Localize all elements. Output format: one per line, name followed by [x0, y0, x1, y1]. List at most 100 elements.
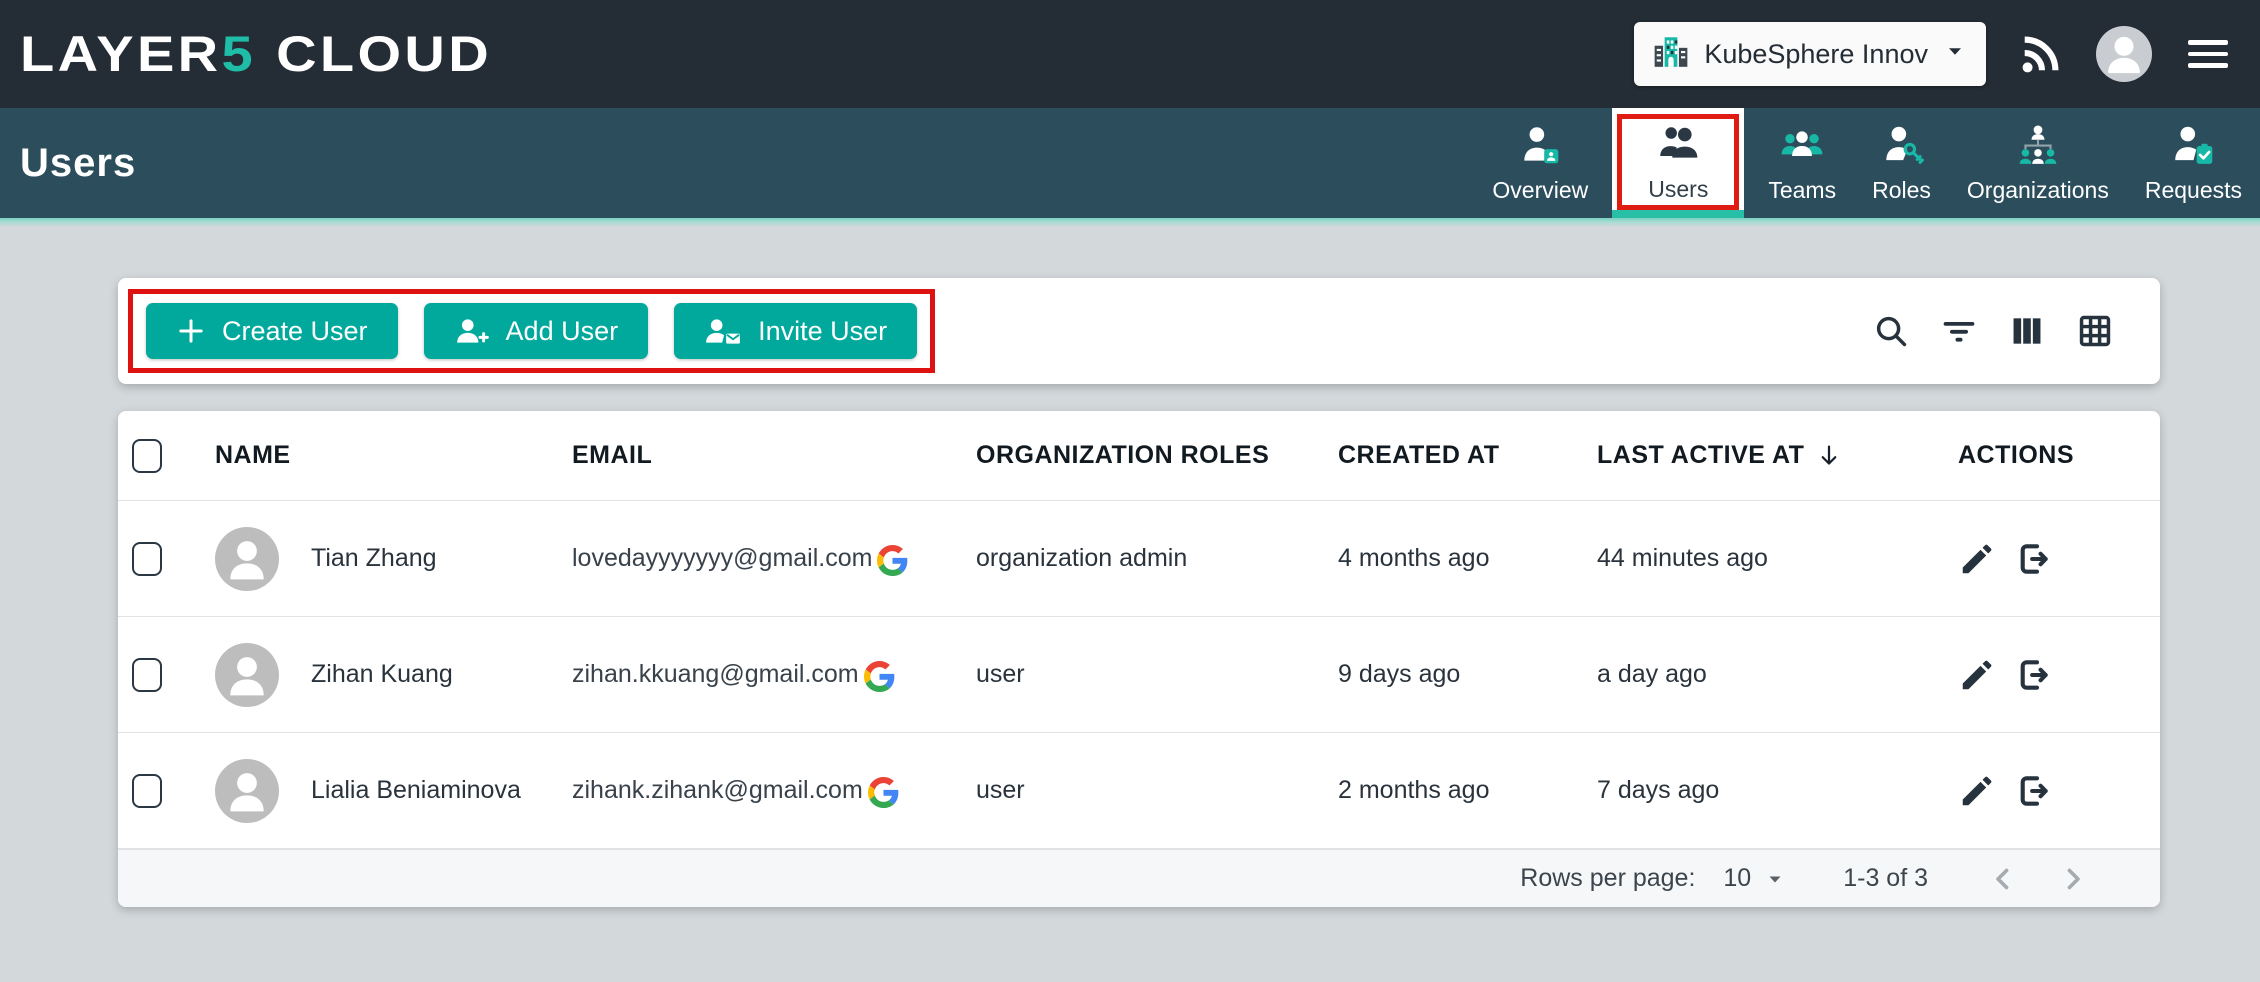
- sort-desc-arrow-icon: [1814, 441, 1844, 471]
- column-header-label: LAST ACTIVE AT: [1597, 441, 1804, 470]
- row-avatar: [215, 643, 279, 707]
- tab-users[interactable]: Users: [1612, 108, 1744, 218]
- column-header-created-at[interactable]: CREATED AT: [1338, 441, 1597, 470]
- plus-icon: [176, 316, 206, 346]
- next-page-button[interactable]: [2056, 862, 2090, 896]
- person-icon: [215, 643, 279, 707]
- feed-icon[interactable]: [2018, 31, 2064, 77]
- filter-button[interactable]: [1940, 312, 1978, 350]
- row-checkbox[interactable]: [132, 542, 162, 576]
- search-icon: [1872, 312, 1910, 350]
- pencil-icon: [1958, 772, 1996, 810]
- invite-user-label: Invite User: [758, 316, 887, 347]
- add-user-label: Add User: [506, 316, 619, 347]
- user-name: Tian Zhang: [311, 544, 437, 573]
- main-content: Create User Add User Invite User: [0, 227, 2260, 907]
- user-created-at: 2 months ago: [1338, 776, 1597, 805]
- user-email: zihan.kkuang@gmail.com: [572, 660, 859, 689]
- row-checkbox[interactable]: [132, 658, 162, 692]
- grid-view-button[interactable]: [2076, 312, 2114, 350]
- section-tabs: Overview Users Teams: [1474, 108, 2260, 218]
- pencil-icon: [1958, 540, 1996, 578]
- edit-user-button[interactable]: [1958, 656, 1996, 694]
- app-logo[interactable]: LAYER5 CLOUD: [20, 25, 492, 83]
- edit-user-button[interactable]: [1958, 772, 1996, 810]
- user-name: Zihan Kuang: [311, 660, 453, 689]
- app-header: LAYER5 CLOUD KubeSphere Innov: [0, 0, 2260, 108]
- remove-user-button[interactable]: [2014, 656, 2052, 694]
- column-header-name[interactable]: NAME: [215, 441, 572, 470]
- user-email: lovedayyyyyyy@gmail.com: [572, 544, 872, 573]
- org-switcher-dropdown[interactable]: KubeSphere Innov: [1634, 22, 1986, 86]
- chevron-left-icon: [1986, 862, 2020, 896]
- annotation-highlight-user-buttons: Create User Add User Invite User: [128, 289, 935, 373]
- remove-user-button[interactable]: [2014, 540, 2052, 578]
- column-header-last-active-at[interactable]: LAST ACTIVE AT: [1597, 441, 1958, 471]
- google-icon: [877, 545, 908, 576]
- rows-per-page-select[interactable]: 10: [1723, 864, 1787, 893]
- logo-text-cloud: CLOUD: [276, 26, 492, 82]
- chevron-right-icon: [2056, 862, 2090, 896]
- user-created-at: 9 days ago: [1338, 660, 1597, 689]
- google-icon: [864, 661, 895, 692]
- user-name: Lialia Beniaminova: [311, 776, 521, 805]
- table-row: Lialia Beniaminova zihank.zihank@gmail.c…: [118, 733, 2160, 849]
- user-created-at: 4 months ago: [1338, 544, 1597, 573]
- columns-icon: [2008, 312, 2046, 350]
- chevron-down-icon: [1942, 38, 1968, 71]
- tab-roles[interactable]: Roles: [1854, 108, 1949, 218]
- create-user-button[interactable]: Create User: [146, 303, 398, 359]
- tab-label: Requests: [2145, 177, 2242, 204]
- user-avatar[interactable]: [2096, 26, 2152, 82]
- remove-user-button[interactable]: [2014, 772, 2052, 810]
- previous-page-button[interactable]: [1986, 862, 2020, 896]
- actions-toolbar: Create User Add User Invite User: [118, 278, 2160, 384]
- person-add-icon: [454, 315, 490, 347]
- row-avatar: [215, 759, 279, 823]
- add-user-button[interactable]: Add User: [424, 303, 649, 359]
- table-row: Tian Zhang lovedayyyyyyy@gmail.com organ…: [118, 501, 2160, 617]
- tab-organizations[interactable]: Organizations: [1949, 108, 2127, 218]
- user-org-roles: user: [976, 776, 1338, 805]
- view-columns-button[interactable]: [2008, 312, 2046, 350]
- select-all-checkbox[interactable]: [132, 439, 162, 473]
- logo-text-5: 5: [221, 26, 256, 82]
- teams-icon: [1779, 122, 1825, 168]
- person-badge-icon: [1517, 122, 1563, 168]
- rows-per-page-value: 10: [1723, 864, 1751, 893]
- filter-icon: [1940, 312, 1978, 350]
- user-last-active-at: 44 minutes ago: [1597, 544, 1958, 573]
- organization-building-icon: [1652, 32, 1690, 77]
- page-navbar: Users Overview Users: [0, 108, 2260, 218]
- edit-user-button[interactable]: [1958, 540, 1996, 578]
- tab-label: Roles: [1872, 177, 1931, 204]
- user-last-active-at: a day ago: [1597, 660, 1958, 689]
- tab-label: Users: [1648, 176, 1708, 203]
- invite-user-button[interactable]: Invite User: [674, 303, 917, 359]
- create-user-label: Create User: [222, 316, 368, 347]
- person-key-icon: [1879, 122, 1925, 168]
- page-title: Users: [20, 141, 136, 186]
- column-header-email[interactable]: EMAIL: [572, 441, 976, 470]
- table-pagination: Rows per page: 10 1-3 of 3: [118, 849, 2160, 907]
- search-button[interactable]: [1872, 312, 1910, 350]
- user-org-roles: user: [976, 660, 1338, 689]
- logo-text-layer: LAYER: [20, 26, 221, 82]
- user-last-active-at: 7 days ago: [1597, 776, 1958, 805]
- tab-overview[interactable]: Overview: [1474, 108, 1606, 218]
- table-row: Zihan Kuang zihan.kkuang@gmail.com user …: [118, 617, 2160, 733]
- logout-icon: [2014, 540, 2052, 578]
- person-mail-icon: [704, 315, 742, 347]
- pencil-icon: [1958, 656, 1996, 694]
- chevron-down-icon: [1763, 867, 1787, 891]
- tab-requests[interactable]: Requests: [2127, 108, 2260, 218]
- person-clipboard-check-icon: [2170, 122, 2216, 168]
- navbar-accent-divider: [0, 218, 2260, 227]
- users-icon: [1655, 121, 1701, 167]
- tab-teams[interactable]: Teams: [1750, 108, 1854, 218]
- pager: [1986, 862, 2090, 896]
- column-header-organization-roles[interactable]: ORGANIZATION ROLES: [976, 441, 1338, 470]
- person-icon: [2096, 26, 2152, 82]
- hamburger-menu-icon[interactable]: [2184, 36, 2232, 72]
- row-checkbox[interactable]: [132, 774, 162, 808]
